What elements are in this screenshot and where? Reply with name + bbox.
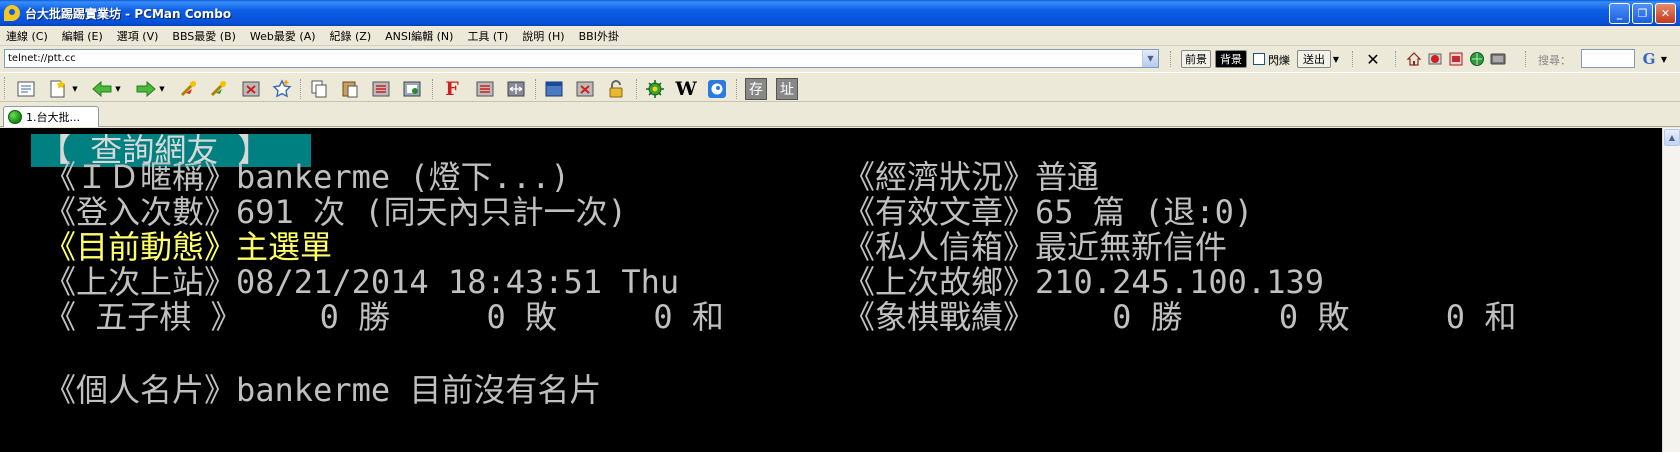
toolbar-grip[interactable] bbox=[4, 77, 7, 99]
terminal-line-status: 《目前動態》主選單 bbox=[44, 228, 333, 266]
settings-gear-icon[interactable] bbox=[644, 78, 666, 100]
home-icon[interactable] bbox=[1405, 51, 1423, 67]
terminal-line-mailbox: 《私人信箱》最近無新信件 bbox=[843, 228, 1228, 266]
toolbar-separator bbox=[1525, 51, 1527, 67]
save-icon[interactable]: 存 bbox=[745, 78, 767, 100]
menu-bbs-favorites[interactable]: BBS最愛 (B) bbox=[172, 28, 236, 44]
toolbar-separator bbox=[1352, 51, 1354, 67]
address-dropdown-icon[interactable]: ▼ bbox=[1142, 50, 1158, 67]
menu-ansi-edit[interactable]: ANSI編輯 (N) bbox=[385, 28, 453, 44]
globe-icon[interactable] bbox=[1468, 51, 1486, 67]
search-input[interactable] bbox=[1581, 49, 1635, 68]
reconnect-icon[interactable] bbox=[178, 78, 200, 100]
address-book-icon[interactable] bbox=[15, 78, 37, 100]
search-label: 搜尋： bbox=[1538, 54, 1571, 67]
terminal-line-card: 《個人名片》bankerme 目前沒有名片 bbox=[44, 371, 602, 409]
toolbar-separator bbox=[1170, 51, 1172, 67]
find-icon[interactable] bbox=[474, 78, 496, 100]
main-toolbar: ▼ ▼ ▼ F W 存 址 bbox=[0, 72, 1680, 102]
toolbar-separator bbox=[636, 79, 638, 99]
terminal-line-last-ip: 《上次故鄉》210.245.100.139 bbox=[843, 263, 1324, 301]
font-icon[interactable]: F bbox=[441, 78, 463, 100]
back-dropdown-icon[interactable]: ▼ bbox=[113, 78, 123, 100]
menu-bar: 連線 (C) 編輯 (E) 選項 (V) BBS最愛 (B) Web最愛 (A)… bbox=[0, 26, 1680, 46]
menu-tools[interactable]: 工具 (T) bbox=[467, 28, 508, 44]
fit-window-icon[interactable] bbox=[505, 78, 527, 100]
menu-options[interactable]: 選項 (V) bbox=[117, 28, 159, 44]
tab-label: 1.台大批... bbox=[26, 111, 80, 124]
close-button[interactable]: ✕ bbox=[1655, 3, 1676, 24]
foreground-color-button[interactable]: 前景 bbox=[1181, 50, 1211, 68]
toolbar-separator bbox=[300, 79, 302, 99]
toolbar-separator bbox=[535, 79, 537, 99]
close-x-icon[interactable]: ✕ bbox=[1364, 49, 1382, 69]
title-bar: 台大批踢踢實業坊 - PCMan Combo _ ❐ ✕ bbox=[0, 0, 1680, 26]
connection-status-icon bbox=[8, 110, 22, 124]
menu-log[interactable]: 紀錄 (Z) bbox=[330, 28, 372, 44]
send-dropdown-icon[interactable]: ▼ bbox=[1331, 51, 1341, 67]
window-icon[interactable] bbox=[543, 78, 565, 100]
disconnect-icon[interactable] bbox=[1447, 51, 1465, 67]
screenshot-icon[interactable] bbox=[401, 78, 423, 100]
paste-icon[interactable] bbox=[339, 78, 361, 100]
tab-connection-1[interactable]: 1.台大批... bbox=[3, 106, 99, 127]
address-input[interactable] bbox=[4, 49, 1159, 68]
blink-label: 閃爍 bbox=[1268, 54, 1290, 67]
menu-help[interactable]: 說明 (H) bbox=[522, 28, 564, 44]
minimize-button[interactable]: _ bbox=[1609, 3, 1630, 24]
terminal-line-id: 《ＩＤ暱稱》bankerme (燈下...) bbox=[44, 158, 570, 196]
blink-checkbox[interactable] bbox=[1253, 53, 1265, 65]
address-toolbar: ▼ 前景 背景 閃爍 送出 ▼ ✕ 搜尋： G ▼ bbox=[0, 47, 1680, 71]
wikipedia-icon[interactable]: W bbox=[675, 78, 697, 100]
lock-icon[interactable] bbox=[605, 78, 627, 100]
new-connection-dropdown-icon[interactable]: ▼ bbox=[70, 78, 80, 100]
window-title: 台大批踢踢實業坊 - PCMan Combo bbox=[25, 6, 232, 21]
forward-dropdown-icon[interactable]: ▼ bbox=[157, 78, 167, 100]
terminal-line-last-login: 《上次上站》08/21/2014 18:43:51 Thu bbox=[44, 263, 680, 301]
send-button[interactable]: 送出 bbox=[1297, 50, 1331, 68]
add-favorite-icon[interactable] bbox=[271, 78, 293, 100]
copy-icon[interactable] bbox=[308, 78, 330, 100]
terminal-screen[interactable]: 【 查詢網友 】 《ＩＤ暱稱》bankerme (燈下...) 《經濟狀況》普通… bbox=[0, 128, 1662, 452]
search-engine-dropdown-icon[interactable]: ▼ bbox=[1659, 51, 1669, 67]
back-icon[interactable] bbox=[91, 78, 113, 100]
terminal-line-economy: 《經濟狀況》普通 bbox=[843, 158, 1100, 196]
menu-connection[interactable]: 連線 (C) bbox=[6, 28, 48, 44]
pcman-logo-icon bbox=[4, 5, 20, 21]
background-color-button[interactable]: 背景 bbox=[1215, 50, 1247, 68]
tab-strip: 1.台大批... bbox=[0, 103, 1680, 127]
toolbar-separator bbox=[1395, 51, 1397, 67]
forward-icon[interactable] bbox=[135, 78, 157, 100]
toolbar-separator bbox=[736, 79, 738, 99]
delete-icon[interactable] bbox=[574, 78, 596, 100]
menu-web-favorites[interactable]: Web最愛 (A) bbox=[250, 28, 316, 44]
maximize-button[interactable]: ❐ bbox=[1632, 3, 1653, 24]
menu-bbi-plugin[interactable]: BBI外掛 bbox=[579, 28, 619, 44]
reconnect-icon[interactable] bbox=[1426, 51, 1444, 67]
pcman-icon[interactable] bbox=[706, 78, 728, 100]
address-icon[interactable]: 址 bbox=[776, 78, 798, 100]
google-search-icon[interactable]: G bbox=[1640, 50, 1658, 68]
terminal-scrollbar[interactable]: ▲ bbox=[1662, 128, 1680, 452]
screen-icon[interactable] bbox=[1489, 51, 1507, 67]
toolbar-separator bbox=[432, 79, 434, 99]
new-connection-icon[interactable] bbox=[46, 78, 68, 100]
terminal-line-articles: 《有效文章》65 篇 (退:0) bbox=[843, 193, 1254, 231]
scroll-up-icon[interactable]: ▲ bbox=[1664, 129, 1680, 146]
copy-article-icon[interactable] bbox=[370, 78, 392, 100]
terminal-line-logins: 《登入次數》691 次 (同天內只計一次) bbox=[44, 193, 627, 231]
reconnect-all-icon[interactable] bbox=[208, 78, 230, 100]
terminal-line-gomoku: 《 五子棋 》 0 勝 0 敗 0 和 bbox=[44, 298, 724, 336]
terminal-line-chess: 《象棋戰績》 0 勝 0 敗 0 和 bbox=[843, 298, 1517, 336]
menu-edit[interactable]: 編輯 (E) bbox=[62, 28, 103, 44]
close-tab-icon[interactable] bbox=[240, 78, 262, 100]
